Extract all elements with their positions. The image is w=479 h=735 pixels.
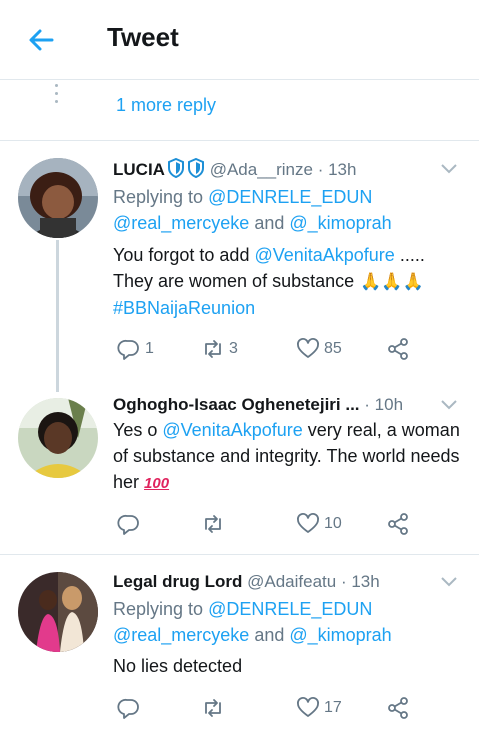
tweet-header: Legal drug Lord @Adaifeatu · 13h [113, 571, 461, 593]
avatar[interactable] [18, 572, 98, 652]
mention-link[interactable]: @DENRELE_EDUN [208, 187, 372, 207]
mention-link[interactable]: @_kimoprah [289, 625, 391, 645]
timestamp: · 10h [364, 395, 404, 414]
share-icon [388, 697, 408, 719]
tweet[interactable]: Legal drug Lord @Adaifeatu · 13h Replyin… [0, 556, 479, 735]
handle[interactable]: @Ada__rinze [210, 160, 313, 179]
tweet-header: Oghogho-Isaac Oghenetejiri ... · 10h [113, 394, 461, 416]
like-button[interactable]: 10 [296, 509, 342, 539]
retweet-count: 3 [229, 340, 238, 357]
reply-count: 1 [145, 340, 154, 357]
tweet-actions: 10 [113, 509, 433, 539]
retweet-icon [205, 515, 221, 533]
like-count: 85 [324, 340, 342, 357]
like-count: 17 [324, 699, 342, 716]
more-replies-row[interactable]: 1 more reply [0, 81, 479, 141]
hashtag-link[interactable]: #BBNaijaReunion [113, 298, 255, 318]
praying-hands-icon: 🙏🙏🙏 [360, 272, 424, 291]
top-bar: Tweet [0, 0, 479, 80]
chevron-down-icon[interactable] [441, 164, 457, 174]
retweet-button[interactable]: 3 [201, 334, 238, 364]
hundred-points-icon: 100 [144, 475, 170, 492]
replying-label: Replying to [113, 187, 209, 207]
display-name[interactable]: LUCIA [113, 160, 165, 179]
shield-emoji-icon [167, 158, 184, 178]
timestamp: · 13h [340, 572, 380, 591]
timestamp: · 13h [317, 160, 357, 179]
retweet-button[interactable] [201, 509, 229, 539]
tweet-text-part: ..... [394, 245, 425, 265]
heart-icon [297, 338, 319, 358]
heart-icon [297, 697, 319, 717]
share-icon [388, 338, 408, 360]
mention-link[interactable]: @VenitaAkpofure [162, 420, 302, 440]
shield-emoji-icon [187, 158, 204, 178]
mention-link[interactable]: @real_mercyeke [113, 625, 249, 645]
replying-to: Replying to @DENRELE_EDUN @real_mercyeke… [113, 184, 461, 236]
replying-label: Replying to [113, 599, 209, 619]
reply-button[interactable] [117, 509, 145, 539]
tweet-text-part: They are women of substance [113, 271, 360, 291]
avatar[interactable] [18, 398, 98, 478]
tweet[interactable]: LUCIA @Ada__rinze · 13h Replying to @DEN… [0, 142, 479, 380]
back-arrow-icon[interactable] [24, 22, 60, 58]
mention-link[interactable]: @VenitaAkpofure [254, 245, 394, 265]
like-count: 10 [324, 515, 342, 532]
display-name[interactable]: Legal drug Lord [113, 572, 242, 591]
tweet-text-part: You forgot to add [113, 245, 255, 265]
reply-button[interactable]: 1 [117, 334, 154, 364]
tweet-header: LUCIA @Ada__rinze · 13h [113, 158, 461, 181]
reply-icon [117, 698, 139, 719]
handle[interactable]: @Adaifeatu [247, 572, 336, 591]
like-button[interactable]: 17 [296, 693, 342, 723]
share-button[interactable] [386, 509, 410, 539]
replying-to: Replying to @DENRELE_EDUN @real_mercyeke… [113, 596, 461, 648]
avatar[interactable] [18, 158, 98, 238]
mention-link[interactable]: @real_mercyeke [113, 213, 249, 233]
tweet-actions: 1 3 85 [113, 334, 433, 364]
chevron-down-icon[interactable] [441, 577, 457, 587]
reply-button[interactable] [117, 693, 145, 723]
thread-dots [55, 84, 59, 114]
more-replies-link[interactable]: 1 more reply [116, 95, 216, 116]
chevron-down-icon[interactable] [441, 400, 457, 410]
and-label: and [249, 625, 290, 645]
retweet-button[interactable] [201, 693, 229, 723]
tweet-actions: 17 [113, 693, 433, 723]
retweet-icon [205, 699, 221, 717]
page-title: Tweet [107, 22, 179, 52]
tweet[interactable]: Oghogho-Isaac Oghenetejiri ... · 10h Yes… [0, 380, 479, 555]
retweet-icon [205, 340, 221, 358]
display-name[interactable]: Oghogho-Isaac Oghenetejiri ... [113, 395, 360, 414]
reply-icon [117, 514, 139, 535]
tweet-text: You forgot to add @VenitaAkpofure ..... … [113, 242, 461, 321]
mention-link[interactable]: @_kimoprah [289, 213, 391, 233]
and-label: and [249, 213, 290, 233]
heart-icon [297, 513, 319, 533]
tweet-text: Yes o @VenitaAkpofure very real, a woman… [113, 417, 461, 497]
tweet-text: No lies detected [113, 656, 243, 676]
like-button[interactable]: 85 [296, 334, 342, 364]
share-button[interactable] [386, 334, 410, 364]
mention-link[interactable]: @DENRELE_EDUN [208, 599, 372, 619]
tweet-text-part: Yes o [113, 420, 163, 440]
share-icon [388, 513, 408, 535]
share-button[interactable] [386, 693, 410, 723]
reply-icon [117, 339, 139, 360]
